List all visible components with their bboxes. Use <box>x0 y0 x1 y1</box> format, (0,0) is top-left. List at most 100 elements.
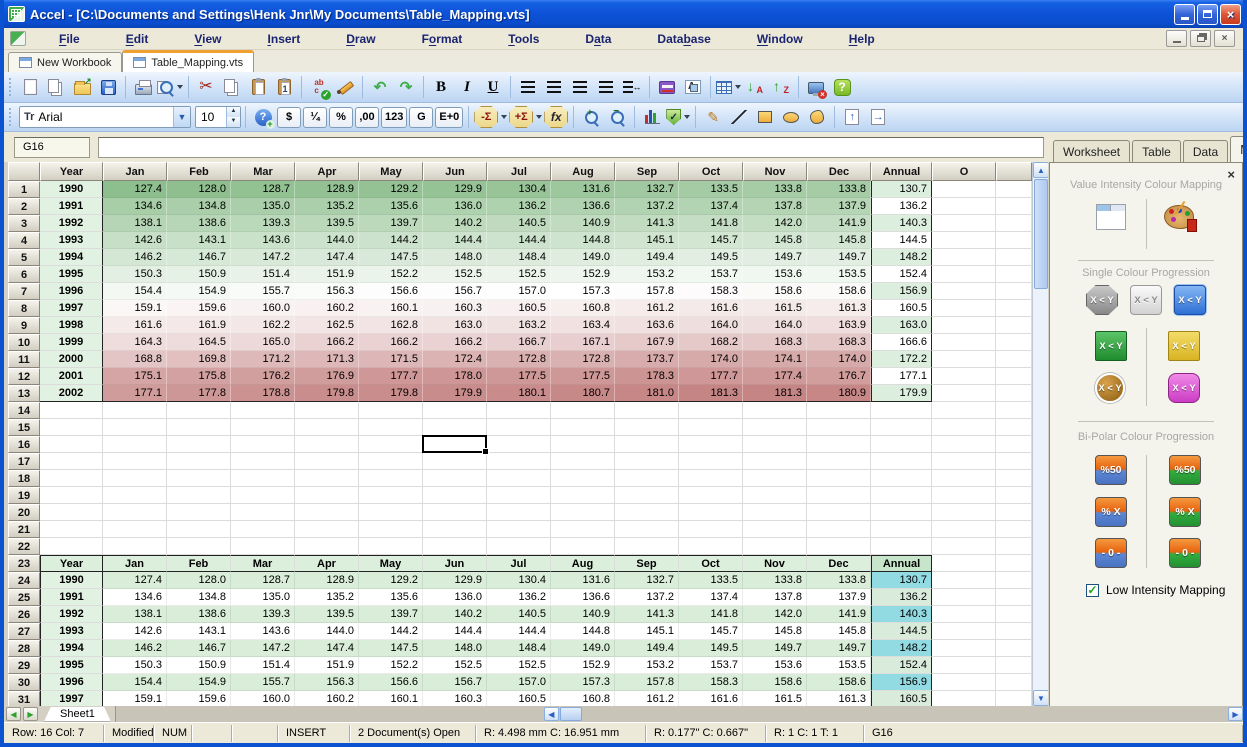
cell[interactable]: 1991 <box>40 198 103 215</box>
cell[interactable] <box>167 419 231 436</box>
cell[interactable] <box>551 402 615 419</box>
row-header-28[interactable]: 28 <box>8 640 40 657</box>
cell[interactable]: 149.4 <box>615 640 679 657</box>
panel-tab-worksheet[interactable]: Worksheet <box>1053 140 1130 162</box>
cell[interactable]: 161.2 <box>615 300 679 317</box>
cell[interactable]: 153.6 <box>743 657 807 674</box>
cell[interactable] <box>423 521 487 538</box>
line-icon[interactable] <box>727 105 751 129</box>
cell[interactable]: 128.0 <box>167 572 231 589</box>
zoom-in-icon[interactable]: + <box>579 105 603 129</box>
column-header-Annual[interactable]: Annual <box>871 162 932 181</box>
cell[interactable]: 139.3 <box>231 606 295 623</box>
cell[interactable]: 155.7 <box>231 674 295 691</box>
cell[interactable]: 139.7 <box>359 215 423 232</box>
cell[interactable] <box>932 181 996 198</box>
column-header-Jul[interactable]: Jul <box>487 162 551 181</box>
cell[interactable]: 177.1 <box>103 385 167 402</box>
row-header-3[interactable]: 3 <box>8 215 40 232</box>
cell[interactable]: 167.1 <box>551 334 615 351</box>
cell[interactable]: 140.2 <box>423 606 487 623</box>
cell[interactable]: 180.9 <box>807 385 871 402</box>
cell[interactable]: 128.0 <box>167 181 231 198</box>
row-header-29[interactable]: 29 <box>8 657 40 674</box>
cell[interactable]: 1998 <box>40 317 103 334</box>
cell[interactable] <box>996 538 1032 555</box>
cell[interactable] <box>615 453 679 470</box>
cell[interactable]: 127.4 <box>103 181 167 198</box>
cell[interactable] <box>871 453 932 470</box>
cell[interactable]: 140.5 <box>487 215 551 232</box>
cell[interactable]: 140.3 <box>871 215 932 232</box>
row-header-12[interactable]: 12 <box>8 368 40 385</box>
cell[interactable] <box>295 419 359 436</box>
cell[interactable]: 152.2 <box>359 266 423 283</box>
cell[interactable] <box>551 521 615 538</box>
cell[interactable] <box>359 419 423 436</box>
cell[interactable]: 133.8 <box>743 181 807 198</box>
cell[interactable]: 181.3 <box>743 385 807 402</box>
cell[interactable] <box>807 453 871 470</box>
cell[interactable] <box>996 198 1032 215</box>
cell[interactable] <box>231 487 295 504</box>
cell[interactable] <box>615 436 679 453</box>
cell[interactable]: 133.5 <box>679 572 743 589</box>
cell[interactable]: 151.9 <box>295 657 359 674</box>
cell[interactable]: 145.7 <box>679 232 743 249</box>
cell[interactable] <box>871 487 932 504</box>
cell[interactable] <box>40 504 103 521</box>
row-header-26[interactable]: 26 <box>8 606 40 623</box>
cell[interactable]: 181.3 <box>679 385 743 402</box>
menu-item-draw[interactable]: Draw <box>337 29 384 49</box>
cell[interactable] <box>996 266 1032 283</box>
cell[interactable]: 144.0 <box>295 623 359 640</box>
cell[interactable]: 144.8 <box>551 623 615 640</box>
row-header-7[interactable]: 7 <box>8 283 40 300</box>
cell[interactable]: 145.1 <box>615 232 679 249</box>
cell[interactable]: 141.3 <box>615 215 679 232</box>
cell[interactable] <box>359 538 423 555</box>
cell[interactable] <box>996 691 1032 706</box>
cell[interactable] <box>231 504 295 521</box>
cell[interactable]: 144.2 <box>359 623 423 640</box>
cell[interactable]: 134.6 <box>103 198 167 215</box>
cell[interactable]: 1991 <box>40 589 103 606</box>
dropdown-caret-icon[interactable] <box>177 85 183 89</box>
cell[interactable] <box>231 470 295 487</box>
italic-button[interactable]: I <box>455 75 479 99</box>
cell[interactable]: 139.7 <box>359 606 423 623</box>
cell[interactable]: 160.0 <box>231 300 295 317</box>
cell[interactable]: 130.4 <box>487 181 551 198</box>
cell[interactable]: 128.9 <box>295 181 359 198</box>
cell[interactable]: 1990 <box>40 572 103 589</box>
cell[interactable] <box>423 487 487 504</box>
cell[interactable] <box>167 470 231 487</box>
cell[interactable]: 152.5 <box>487 266 551 283</box>
cell[interactable]: 163.6 <box>615 317 679 334</box>
cell[interactable] <box>743 419 807 436</box>
cell[interactable] <box>932 589 996 606</box>
cut-icon[interactable]: ✂ <box>194 75 218 99</box>
row-header-23[interactable]: 23 <box>8 555 40 572</box>
general-format-button[interactable]: G <box>409 105 433 129</box>
cell[interactable]: 151.9 <box>295 266 359 283</box>
cell[interactable]: 129.2 <box>359 572 423 589</box>
cell[interactable] <box>423 419 487 436</box>
cell[interactable] <box>996 504 1032 521</box>
cell[interactable] <box>679 521 743 538</box>
cell[interactable]: 1994 <box>40 249 103 266</box>
cell[interactable]: 158.6 <box>807 283 871 300</box>
chart-icon[interactable] <box>640 105 664 129</box>
cell[interactable]: 166.2 <box>423 334 487 351</box>
cell[interactable]: 149.7 <box>807 640 871 657</box>
column-header-Dec[interactable]: Dec <box>807 162 871 181</box>
cell[interactable]: 142.0 <box>743 215 807 232</box>
cell[interactable] <box>167 487 231 504</box>
label-format-icon[interactable] <box>681 75 705 99</box>
cell[interactable] <box>743 402 807 419</box>
cell[interactable]: 138.6 <box>167 215 231 232</box>
cell[interactable] <box>807 487 871 504</box>
cell[interactable] <box>807 538 871 555</box>
cell[interactable]: 171.3 <box>295 351 359 368</box>
cell[interactable] <box>932 317 996 334</box>
